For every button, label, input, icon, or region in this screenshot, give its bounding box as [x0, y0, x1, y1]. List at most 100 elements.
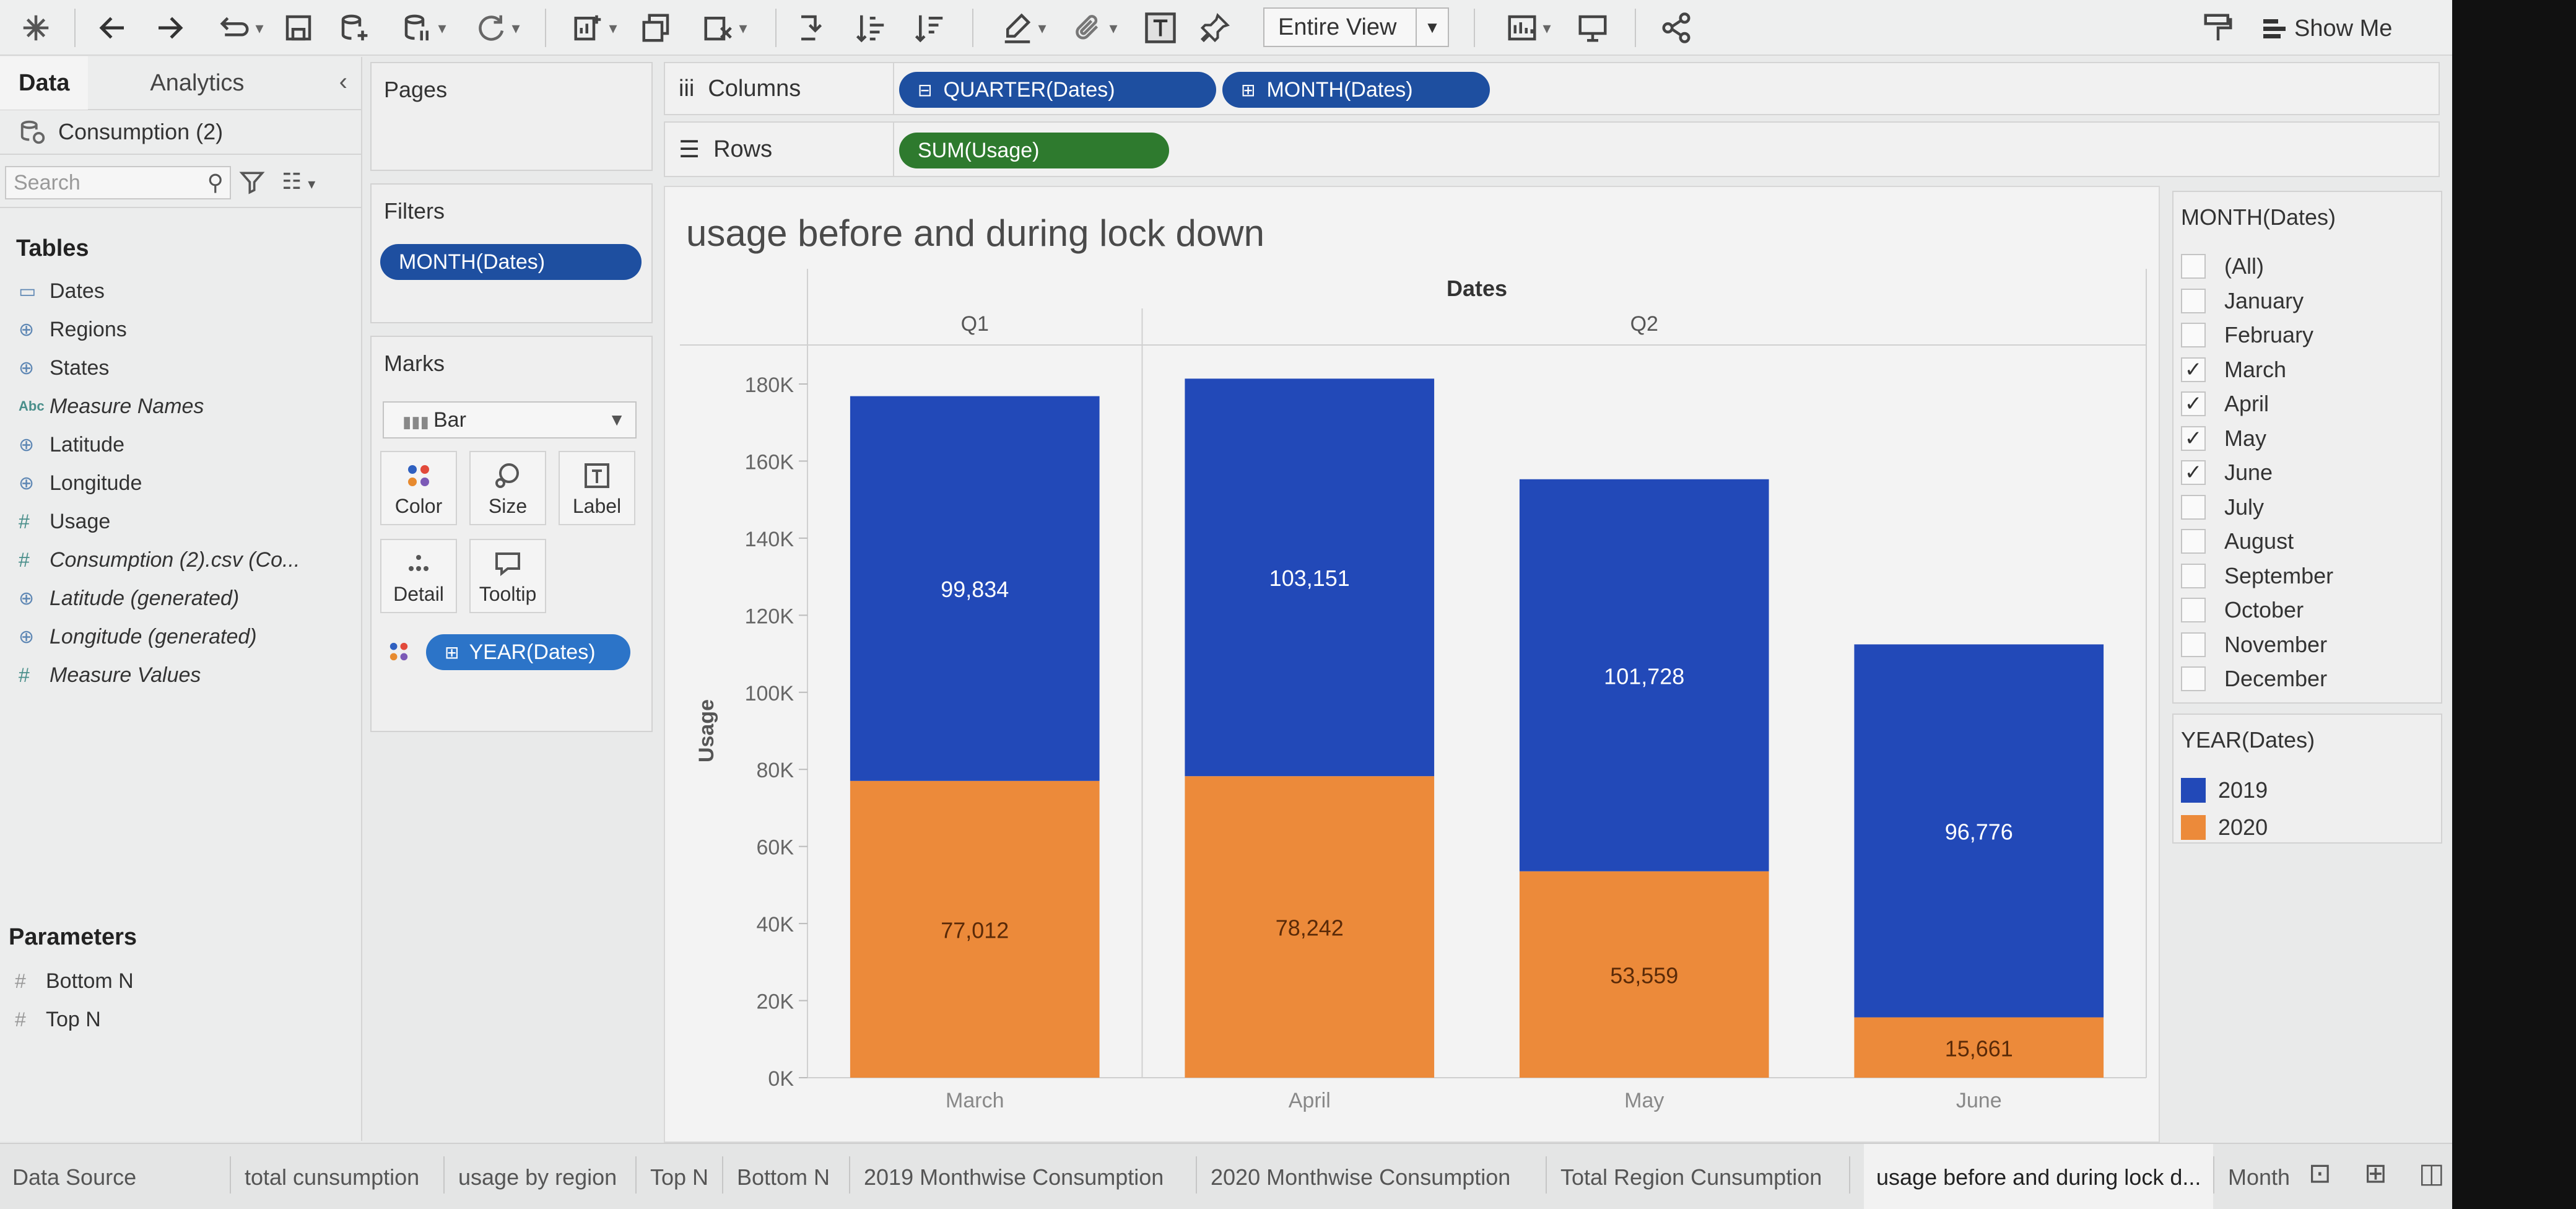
month-filter-item[interactable]: September: [2181, 560, 2333, 592]
field-item[interactable]: Abc Measure Names: [19, 389, 204, 424]
size-button[interactable]: Size: [469, 451, 546, 525]
checkbox-unchecked[interactable]: [2181, 529, 2206, 554]
sort-ascending-icon[interactable]: [851, 6, 891, 50]
rows-shelf[interactable]: ☰ Rows SUM(Usage): [664, 121, 2440, 177]
sheet-tab-active[interactable]: usage before and during lock d...: [1864, 1144, 2214, 1209]
year-legend-item[interactable]: 2020: [2181, 811, 2268, 844]
field-item[interactable]: # Measure Values: [19, 658, 201, 692]
checkbox-checked[interactable]: ✓: [2181, 391, 2206, 416]
mark-type-dropdown[interactable]: ▮▮▮ Bar ▼: [383, 401, 637, 439]
month-filter-item[interactable]: ✓ June: [2181, 456, 2273, 489]
new-dashboard-tab-icon[interactable]: ⊞: [2364, 1158, 2387, 1189]
checkbox-unchecked[interactable]: [2181, 563, 2206, 588]
column-pill-quarter[interactable]: ⊟ QUARTER(Dates): [899, 72, 1216, 108]
checkbox-unchecked[interactable]: [2181, 288, 2206, 313]
checkbox-checked[interactable]: ✓: [2181, 460, 2206, 485]
checkbox-checked[interactable]: ✓: [2181, 426, 2206, 451]
checkbox-checked[interactable]: ✓: [2181, 357, 2206, 382]
view-options-icon[interactable]: ☷ ▾: [282, 168, 315, 194]
sort-descending-icon[interactable]: [910, 6, 950, 50]
tooltip-button[interactable]: Tooltip: [469, 539, 546, 613]
field-item[interactable]: ⊕ Longitude: [19, 466, 142, 500]
month-filter-item[interactable]: July: [2181, 491, 2264, 523]
undo-icon[interactable]: [93, 6, 133, 50]
new-worksheet-tab-icon[interactable]: ⊡: [2308, 1158, 2331, 1189]
field-item[interactable]: ⊕ Latitude (generated): [19, 581, 239, 616]
month-filter-item[interactable]: November: [2181, 629, 2327, 661]
sheet-tab[interactable]: Total Region Cunsumption: [1560, 1144, 1822, 1209]
field-item[interactable]: ▭ Dates: [19, 274, 105, 308]
month-filter-item[interactable]: October: [2181, 594, 2304, 626]
pin-icon[interactable]: [1195, 6, 1235, 50]
save-icon[interactable]: [279, 6, 318, 50]
presentation-icon[interactable]: [1573, 6, 1612, 50]
swap-icon[interactable]: [793, 6, 832, 50]
month-filter-item[interactable]: January: [2181, 285, 2304, 317]
columns-shelf[interactable]: iii Columns ⊟ QUARTER(Dates) ⊞ MONTH(Dat…: [664, 62, 2440, 115]
sheet-tab[interactable]: 2020 Monthwise Consumption: [1211, 1144, 1510, 1209]
field-item[interactable]: # Usage: [19, 504, 110, 539]
checkbox-unchecked[interactable]: [2181, 494, 2206, 520]
sheet-tab[interactable]: Data Source: [12, 1144, 136, 1209]
month-filter-item[interactable]: ✓ March: [2181, 354, 2286, 386]
month-filter-item[interactable]: ✓ May: [2181, 422, 2266, 455]
fit-dropdown[interactable]: Entire View ▼: [1263, 7, 1449, 47]
field-item[interactable]: ⊕ States: [19, 351, 109, 385]
month-filter-item[interactable]: December: [2181, 663, 2327, 695]
new-datasource-icon[interactable]: [334, 6, 374, 50]
checkbox-unchecked[interactable]: [2181, 666, 2206, 691]
collapse-pane-icon[interactable]: ‹: [339, 68, 347, 96]
field-item[interactable]: ⊕ Longitude (generated): [19, 619, 257, 654]
clear-sheet-icon[interactable]: ▾: [690, 6, 759, 50]
pages-card[interactable]: Pages: [370, 62, 653, 171]
search-input[interactable]: Search ⚲: [5, 166, 231, 199]
group-icon[interactable]: ▾: [1065, 6, 1125, 50]
filter-pill-month[interactable]: MONTH(Dates): [380, 244, 642, 280]
replay-icon[interactable]: ▾: [207, 6, 275, 50]
month-filter-item[interactable]: August: [2181, 525, 2294, 557]
text-label-icon[interactable]: [1141, 6, 1180, 50]
show-me-button[interactable]: Show Me: [2263, 11, 2392, 46]
sheet-tab[interactable]: usage by region: [458, 1144, 617, 1209]
field-item[interactable]: ⊕ Latitude: [19, 427, 124, 462]
refresh-icon[interactable]: ▾: [463, 6, 531, 50]
column-pill-month[interactable]: ⊞ MONTH(Dates): [1222, 72, 1490, 108]
sheet-tab[interactable]: total cunsumption: [245, 1144, 419, 1209]
month-filter-item[interactable]: ✓ April: [2181, 388, 2269, 420]
filter-icon[interactable]: [238, 168, 266, 196]
new-story-tab-icon[interactable]: ◫: [2419, 1158, 2445, 1189]
color-button[interactable]: Color: [380, 451, 457, 525]
show-cards-icon[interactable]: ▾: [1499, 6, 1558, 50]
color-pill-year[interactable]: ⊞ YEAR(Dates): [426, 634, 630, 670]
field-item[interactable]: # Consumption (2).csv (Co...: [19, 543, 300, 577]
highlight-icon[interactable]: ▾: [994, 6, 1053, 50]
sheet-tab[interactable]: Top N: [650, 1144, 708, 1209]
checkbox-unchecked[interactable]: [2181, 323, 2206, 347]
redo-icon[interactable]: [150, 6, 189, 50]
year-legend-item[interactable]: 2019: [2181, 774, 2268, 806]
row-pill-sum-usage[interactable]: SUM(Usage): [899, 133, 1169, 168]
month-filter-item[interactable]: February: [2181, 319, 2313, 351]
parameter-item[interactable]: # Bottom N: [15, 964, 134, 998]
tab-data[interactable]: Data: [0, 56, 89, 110]
filters-card[interactable]: Filters MONTH(Dates): [370, 183, 653, 323]
stacked-bar-chart[interactable]: Dates Q1 Q2 0K 20K 40K 60K 80K 100K 120K 140K 160K 1…: [665, 187, 2161, 1144]
checkbox-unchecked[interactable]: [2181, 632, 2206, 657]
chart-view[interactable]: usage before and during lock down Dates Q…: [664, 186, 2160, 1143]
month-filter-item[interactable]: (All): [2181, 250, 2264, 282]
share-icon[interactable]: [1656, 6, 1696, 50]
field-item[interactable]: ⊕ Regions: [19, 312, 127, 347]
sheet-tab[interactable]: 2019 Monthwise Consumption: [864, 1144, 1164, 1209]
checkbox-unchecked[interactable]: [2181, 598, 2206, 622]
tableau-logo-icon[interactable]: [17, 6, 54, 50]
sheet-tab[interactable]: Bottom N: [737, 1144, 830, 1209]
format-icon[interactable]: [2198, 6, 2238, 50]
pause-icon[interactable]: ▾: [394, 6, 453, 50]
new-worksheet-icon[interactable]: ▾: [560, 6, 629, 50]
label-button[interactable]: Label: [559, 451, 635, 525]
tab-analytics[interactable]: Analytics: [88, 70, 269, 97]
checkbox-unchecked[interactable]: [2181, 254, 2206, 279]
sheet-tab[interactable]: Month: [2228, 1144, 2290, 1209]
datasource-item[interactable]: Consumption (2): [0, 110, 361, 155]
duplicate-icon[interactable]: [637, 6, 676, 50]
